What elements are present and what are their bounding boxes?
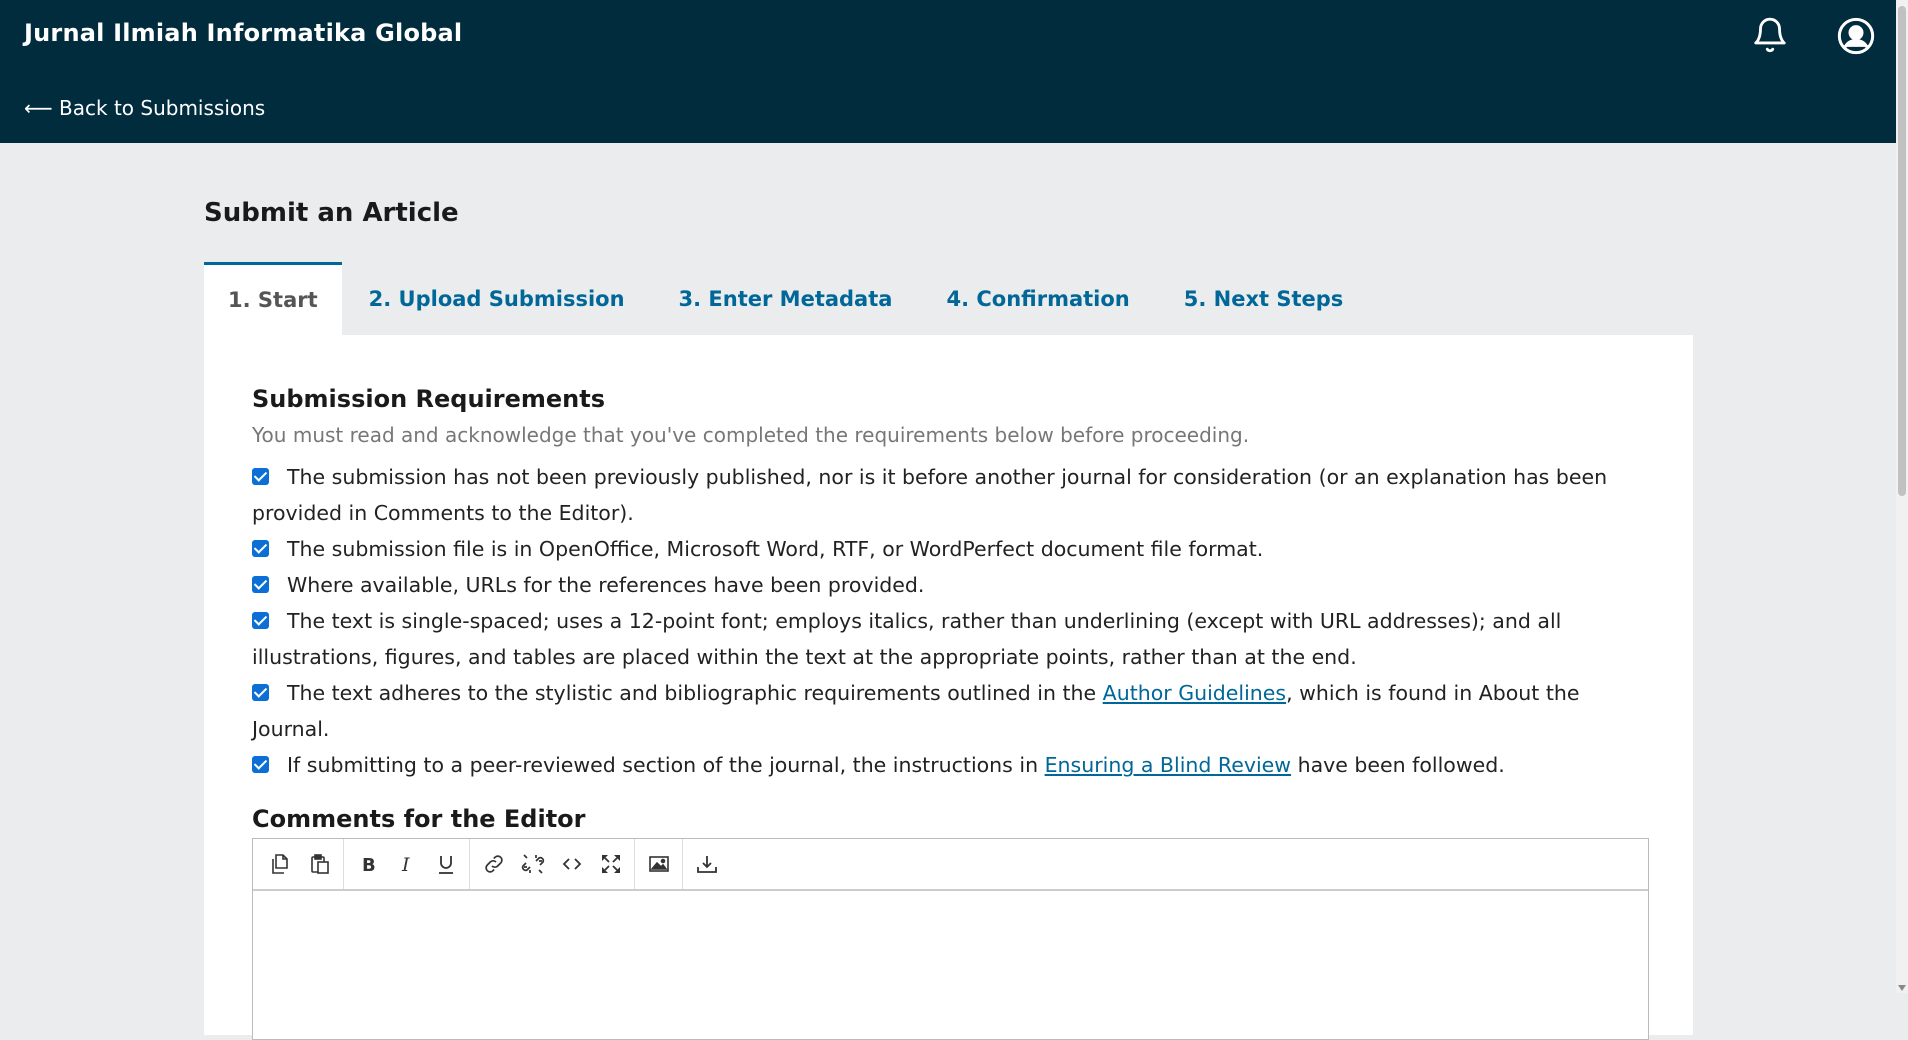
format-group: B I	[344, 839, 470, 889]
tab-upload-submission[interactable]: 2. Upload Submission	[342, 262, 652, 335]
tab-confirmation[interactable]: 4. Confirmation	[919, 262, 1156, 335]
tab-start[interactable]: 1. Start	[204, 262, 342, 335]
user-account-icon[interactable]	[1836, 16, 1876, 60]
requirement-text: have been followed.	[1291, 753, 1505, 777]
requirement-text: The text is single-spaced; uses a 12-poi…	[252, 609, 1562, 669]
svg-text:I: I	[401, 854, 410, 876]
author-guidelines-link[interactable]: Author Guidelines	[1103, 681, 1286, 705]
editor-toolbar: B I	[253, 839, 1648, 891]
requirement-checkbox[interactable]	[252, 540, 269, 557]
requirements-list: The submission has not been previously p…	[252, 459, 1652, 783]
italic-icon[interactable]: I	[387, 844, 426, 884]
bold-icon[interactable]: B	[348, 844, 387, 884]
submission-requirements-description: You must read and acknowledge that you'v…	[252, 423, 1250, 447]
image-icon[interactable]	[639, 844, 678, 884]
unlink-icon[interactable]	[513, 844, 552, 884]
requirement-checkbox[interactable]	[252, 468, 269, 485]
copy-icon[interactable]	[261, 844, 300, 884]
submission-steps-tabs: 1. Start 2. Upload Submission 3. Enter M…	[204, 262, 1370, 335]
media-group	[635, 839, 683, 889]
site-title[interactable]: Jurnal Ilmiah Informatika Global	[24, 19, 462, 47]
clipboard-group	[257, 839, 344, 889]
tab-enter-metadata[interactable]: 3. Enter Metadata	[652, 262, 920, 335]
requirement-item: If submitting to a peer-reviewed section…	[252, 747, 1652, 783]
upload-group	[683, 839, 730, 889]
fullscreen-icon[interactable]	[591, 844, 630, 884]
requirement-checkbox[interactable]	[252, 684, 269, 701]
requirement-item: Where available, URLs for the references…	[252, 567, 1652, 603]
requirement-checkbox[interactable]	[252, 612, 269, 629]
requirement-text: Where available, URLs for the references…	[287, 573, 925, 597]
scroll-thumb[interactable]	[1898, 6, 1906, 496]
requirement-item: The text adheres to the stylistic and bi…	[252, 675, 1652, 747]
upload-icon[interactable]	[687, 844, 726, 884]
page-scrollbar[interactable]	[1896, 0, 1908, 993]
page-title: Submit an Article	[204, 198, 459, 228]
underline-icon[interactable]	[426, 844, 465, 884]
scroll-down-arrow[interactable]	[1898, 985, 1906, 991]
back-to-submissions-link[interactable]: ⟵ Back to Submissions	[24, 96, 265, 120]
bell-icon[interactable]	[1751, 16, 1789, 58]
requirement-text: If submitting to a peer-reviewed section…	[287, 753, 1045, 777]
tab-next-steps[interactable]: 5. Next Steps	[1157, 262, 1371, 335]
requirement-text: The text adheres to the stylistic and bi…	[287, 681, 1103, 705]
comments-for-editor-label: Comments for the Editor	[252, 805, 586, 833]
blind-review-link[interactable]: Ensuring a Blind Review	[1045, 753, 1291, 777]
code-icon[interactable]	[552, 844, 591, 884]
insert-group	[470, 839, 635, 889]
comments-textarea[interactable]	[253, 891, 1648, 1039]
paste-icon[interactable]	[300, 844, 339, 884]
requirement-text: The submission has not been previously p…	[252, 465, 1608, 525]
start-panel: Submission Requirements You must read an…	[204, 335, 1693, 1040]
requirement-item: The submission file is in OpenOffice, Mi…	[252, 531, 1652, 567]
site-header: Jurnal Ilmiah Informatika Global ⟵ Back …	[0, 0, 1896, 143]
submission-requirements-title: Submission Requirements	[252, 385, 606, 413]
link-icon[interactable]	[474, 844, 513, 884]
comments-editor: B I	[252, 838, 1649, 1040]
requirement-checkbox[interactable]	[252, 756, 269, 773]
requirement-checkbox[interactable]	[252, 576, 269, 593]
svg-text:B: B	[362, 855, 376, 876]
requirement-item: The submission has not been previously p…	[252, 459, 1652, 531]
requirement-text: The submission file is in OpenOffice, Mi…	[287, 537, 1264, 561]
requirement-item: The text is single-spaced; uses a 12-poi…	[252, 603, 1652, 675]
